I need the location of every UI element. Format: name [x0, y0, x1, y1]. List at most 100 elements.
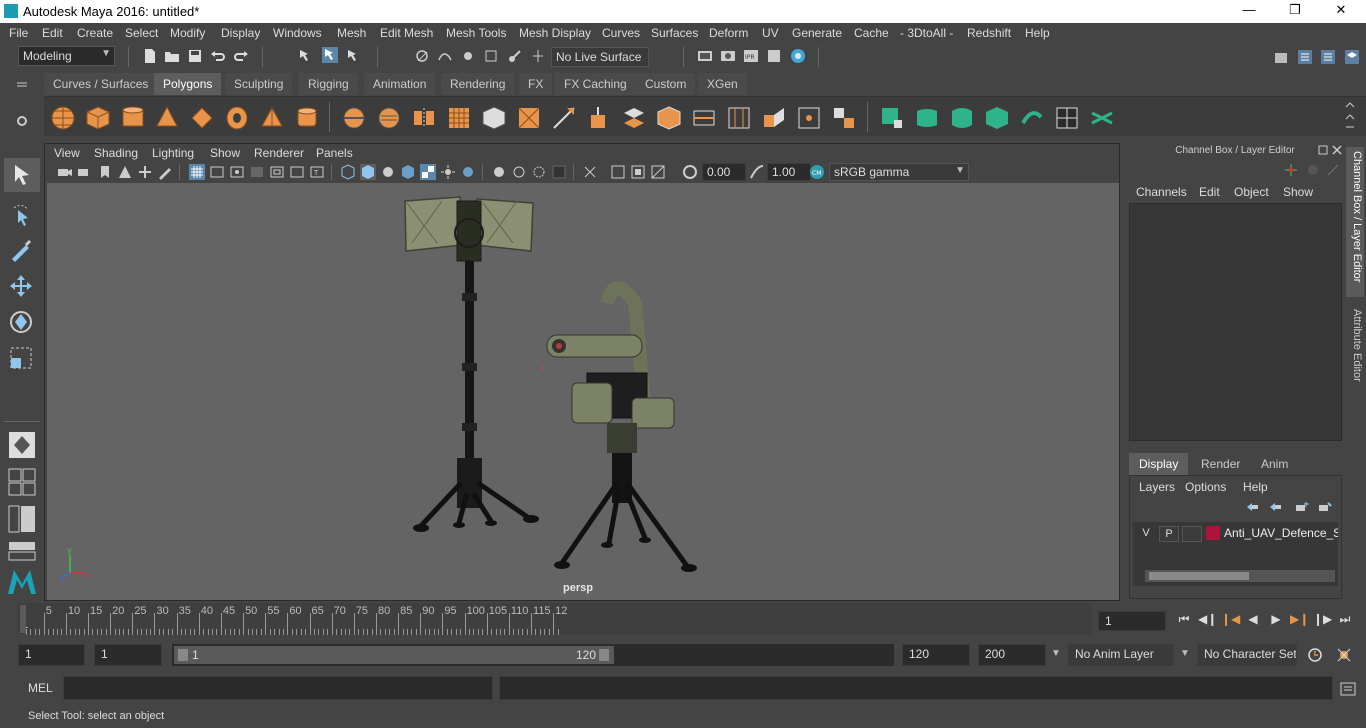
merge-icon[interactable] [831, 105, 857, 131]
tab-xgen[interactable]: XGen [698, 73, 747, 95]
gamma-field[interactable]: 1.00 [767, 163, 811, 181]
menu-cache[interactable]: Cache [854, 26, 889, 40]
select-tool-button[interactable] [4, 158, 40, 192]
layer-help-menu[interactable]: Help [1243, 480, 1268, 494]
poly-plane-icon[interactable] [189, 105, 215, 131]
make-live-icon[interactable] [507, 48, 523, 64]
mirror-icon[interactable] [411, 105, 437, 131]
wireframe-on-shaded-icon[interactable] [380, 164, 396, 180]
select-by-hierarchy-icon[interactable] [298, 48, 314, 64]
menu-curves[interactable]: Curves [602, 26, 640, 40]
separate-icon[interactable] [376, 105, 402, 131]
field-chart-icon[interactable] [269, 164, 285, 180]
insert-edge-loop-icon[interactable] [691, 105, 717, 131]
uv-cut-sew-icon[interactable] [1089, 105, 1115, 131]
four-view-layout-icon[interactable] [8, 468, 36, 496]
menu-help[interactable]: Help [1025, 26, 1050, 40]
append-to-polygon-icon[interactable] [761, 105, 787, 131]
motion-blur-icon[interactable] [491, 164, 507, 180]
uv-unfold-icon[interactable] [1019, 105, 1045, 131]
menu-edit[interactable]: Edit [42, 26, 63, 40]
current-frame-field[interactable]: 1 [1098, 611, 1166, 631]
exposure-field[interactable]: 0.00 [702, 163, 746, 181]
toggle-outliner-icon[interactable] [1297, 49, 1313, 65]
move-layer-down-icon[interactable] [1268, 501, 1282, 513]
redo-icon[interactable] [233, 48, 249, 64]
poly-sphere-icon[interactable] [50, 105, 76, 131]
tab-custom[interactable]: Custom [636, 73, 696, 95]
menu-redshift[interactable]: Redshift [967, 26, 1011, 40]
vp-menu-renderer[interactable]: Renderer [254, 146, 304, 160]
rotate-tool-icon[interactable] [8, 309, 34, 335]
uv-spherical-icon[interactable] [949, 105, 975, 131]
maximize-button[interactable]: ❐ [1280, 2, 1310, 20]
animation-preferences-icon[interactable] [1336, 647, 1352, 663]
lasso-tool-icon[interactable] [8, 202, 34, 228]
use-all-lights-icon[interactable] [420, 164, 436, 180]
camera-attributes-icon[interactable] [77, 164, 93, 180]
auto-key-icon[interactable] [1307, 647, 1323, 663]
uv-planar-icon[interactable] [879, 105, 905, 131]
layer-tab-anim[interactable]: Anim [1251, 453, 1299, 475]
single-perspective-view-icon[interactable] [8, 431, 36, 459]
toggle-channel-box-icon[interactable] [1344, 49, 1360, 65]
select-by-object-icon[interactable] [322, 47, 338, 63]
xray-joints-icon[interactable] [610, 164, 626, 180]
menu-mesh[interactable]: Mesh [337, 26, 366, 40]
animation-end-field[interactable]: 200 [978, 644, 1046, 666]
snap-to-view-plane-icon[interactable] [483, 48, 499, 64]
tab-rigging[interactable]: Rigging [299, 73, 358, 95]
gamma-icon[interactable] [749, 164, 765, 180]
smooth-shade-icon[interactable] [360, 164, 376, 180]
layer-color-swatch[interactable] [1206, 526, 1220, 540]
reduce-icon[interactable] [481, 105, 507, 131]
combine-icon[interactable] [341, 105, 367, 131]
anti-aliasing-icon[interactable] [511, 164, 527, 180]
offset-edge-loop-icon[interactable] [726, 105, 752, 131]
side-tab-attribute-editor[interactable]: Attribute Editor [1346, 305, 1364, 395]
poly-cone-icon[interactable] [154, 105, 180, 131]
undo-icon[interactable] [210, 48, 226, 64]
mel-label[interactable]: MEL [28, 681, 53, 695]
vp-menu-panels[interactable]: Panels [316, 146, 353, 160]
tab-animation[interactable]: Animation [364, 73, 436, 95]
paint-select-tool-icon[interactable] [8, 237, 34, 263]
layer-visibility-toggle[interactable]: V [1136, 526, 1156, 542]
new-scene-icon[interactable] [142, 48, 158, 64]
close-panel-icon[interactable] [1331, 144, 1343, 156]
snap-to-point-icon[interactable] [460, 48, 476, 64]
playback-end-field[interactable]: 120 [902, 644, 970, 666]
menu-windows[interactable]: Windows [273, 26, 322, 40]
range-handle-left[interactable] [178, 649, 188, 661]
mode-selector[interactable]: Modeling ▼ [18, 46, 115, 66]
step-back-frame-icon[interactable]: ❙◀ [1221, 612, 1240, 628]
bevel-icon[interactable] [656, 105, 682, 131]
go-to-start-icon[interactable]: ⏮ [1175, 612, 1193, 628]
xray-icon[interactable] [582, 164, 598, 180]
menu-file[interactable]: File [9, 26, 28, 40]
grease-pencil-icon[interactable] [157, 164, 173, 180]
side-tab-channel-box[interactable]: Channel Box / Layer Editor [1346, 147, 1364, 297]
range-slider-handle[interactable]: 1 120 [174, 646, 614, 664]
menu-edit-mesh[interactable]: Edit Mesh [380, 26, 433, 40]
xray-active-components-icon[interactable] [630, 164, 646, 180]
select-by-component-icon[interactable] [346, 48, 362, 64]
play-backwards-icon[interactable]: ◀ [1244, 612, 1262, 628]
character-set-select[interactable]: No Character Set [1197, 644, 1297, 666]
render-frame-icon[interactable] [720, 48, 736, 64]
layer-tab-render[interactable]: Render [1191, 453, 1251, 475]
time-slider[interactable]: 1 51015202530354045505560657075808590951… [18, 603, 1092, 635]
depth-of-field-icon[interactable] [531, 164, 547, 180]
channels-menu[interactable]: Channels [1136, 185, 1187, 199]
vp-menu-lighting[interactable]: Lighting [152, 146, 194, 160]
bookmark-icon[interactable] [97, 164, 113, 180]
cb-edit-menu[interactable]: Edit [1199, 185, 1220, 199]
poly-cube-icon[interactable] [85, 105, 111, 131]
view-transform-select[interactable]: sRGB gamma ▼ [829, 163, 969, 181]
close-window-button[interactable]: ✕ [1326, 2, 1356, 20]
safe-title-icon[interactable]: T [309, 164, 325, 180]
poly-cylinder-icon[interactable] [120, 105, 146, 131]
remesh-icon[interactable] [516, 105, 542, 131]
layer-name[interactable]: Anti_UAV_Defence_Sys [1224, 526, 1338, 540]
smooth-icon[interactable] [446, 105, 472, 131]
